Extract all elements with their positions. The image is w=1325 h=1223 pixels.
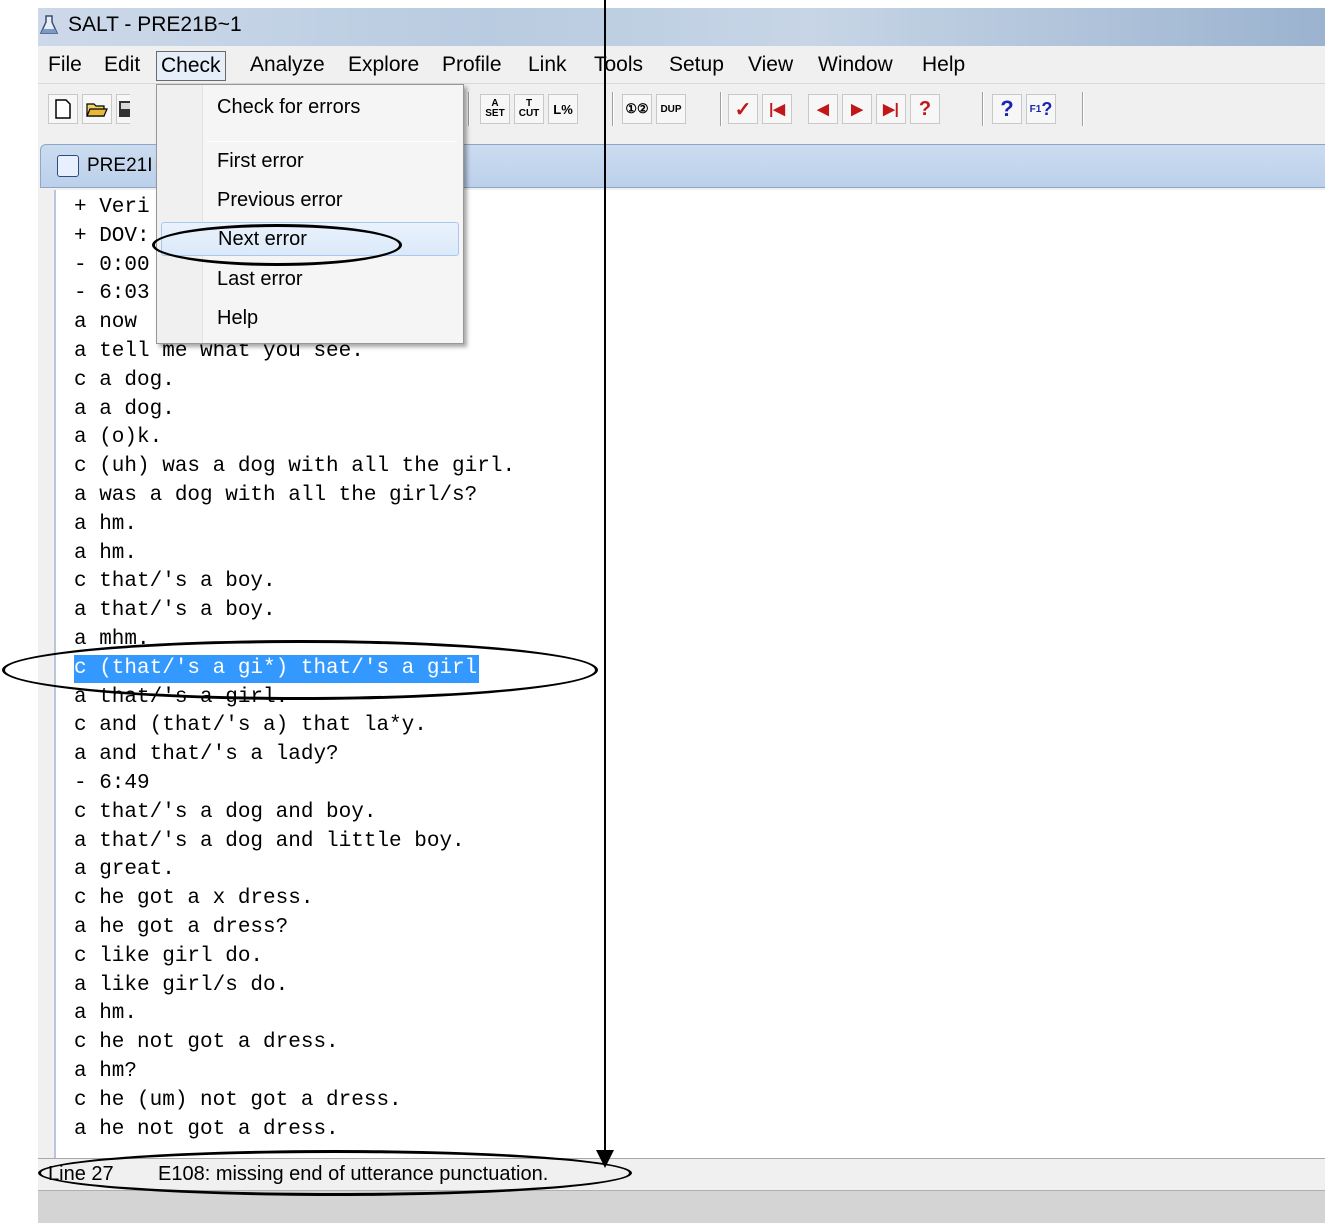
cut-icon[interactable]: T CUT xyxy=(514,94,544,124)
set-icon[interactable]: A SET xyxy=(480,94,510,124)
transcript-line[interactable]: a hm. xyxy=(74,540,137,568)
transcript-line[interactable]: a hm? xyxy=(74,1058,137,1086)
transcript-line[interactable]: - 6:03 xyxy=(74,280,150,308)
menu-check[interactable]: Check xyxy=(156,51,226,81)
next-error-icon[interactable]: ▶ xyxy=(842,94,872,124)
menu-help[interactable]: Help xyxy=(918,51,969,81)
check-help-icon[interactable]: ? xyxy=(910,94,940,124)
save-icon[interactable] xyxy=(116,94,130,124)
check-icon[interactable]: ✓ xyxy=(728,94,758,124)
menu-edit[interactable]: Edit xyxy=(100,51,144,81)
transcript-line[interactable]: c he not got a dress. xyxy=(74,1029,339,1057)
toolbar-separator xyxy=(720,92,722,126)
transcript-line[interactable]: + Veri xyxy=(74,194,150,222)
window-title: SALT - PRE21B~1 xyxy=(68,13,242,36)
first-error-icon[interactable]: |◀ xyxy=(762,94,792,124)
transcript-line[interactable]: a great. xyxy=(74,856,175,884)
document-title: PRE21I xyxy=(87,155,153,176)
menu-setup[interactable]: Setup xyxy=(665,51,728,81)
menu-explore[interactable]: Explore xyxy=(344,51,423,81)
status-message-highlight-ellipse xyxy=(38,1150,632,1196)
transcript-line[interactable]: a a dog. xyxy=(74,396,175,424)
help-icon[interactable]: ? xyxy=(992,94,1022,124)
menu-last-error[interactable]: Last error xyxy=(161,263,459,297)
transcript-line[interactable]: c he got a x dress. xyxy=(74,885,313,913)
loop-icon[interactable]: L% xyxy=(548,94,578,124)
menu-file[interactable]: File xyxy=(44,51,86,81)
transcript-line[interactable]: a that/'s a dog and little boy. xyxy=(74,828,465,856)
transcript-line[interactable]: - 6:49 xyxy=(74,770,150,798)
title-bar: SALT - PRE21B~1 xyxy=(38,8,1325,46)
menu-check-for-errors[interactable]: Check for errors xyxy=(161,91,459,125)
menu-profile[interactable]: Profile xyxy=(438,51,506,81)
menu-separator xyxy=(207,141,457,142)
last-error-icon[interactable]: ▶| xyxy=(876,94,906,124)
menu-previous-error[interactable]: Previous error xyxy=(161,184,459,218)
transcript-line[interactable]: a hm. xyxy=(74,511,137,539)
menu-help-item[interactable]: Help xyxy=(161,302,459,336)
menu-analyze[interactable]: Analyze xyxy=(246,51,329,81)
next-error-highlight-ellipse xyxy=(152,224,402,266)
toolbar-separator xyxy=(982,92,984,126)
transcript-line[interactable]: a now xyxy=(74,309,137,337)
main-window-bottom xyxy=(38,1190,1325,1223)
transcript-line[interactable]: a hm. xyxy=(74,1000,137,1028)
transcript-line[interactable]: a like girl/s do. xyxy=(74,972,288,1000)
transcript-line[interactable]: c that/'s a dog and boy. xyxy=(74,799,376,827)
transcript-line[interactable]: c that/'s a boy. xyxy=(74,568,276,596)
transcript-line[interactable]: a (o)k. xyxy=(74,424,162,452)
salt-app-icon xyxy=(39,15,59,34)
transcript-line[interactable]: c (uh) was a dog with all the girl. xyxy=(74,453,515,481)
transcript-line[interactable]: a and that/'s a lady? xyxy=(74,741,339,769)
context-help-icon[interactable]: F1? xyxy=(1026,94,1056,124)
menu-first-error[interactable]: First error xyxy=(161,145,459,179)
menu-window[interactable]: Window xyxy=(814,51,897,81)
previous-error-icon[interactable]: ◀ xyxy=(808,94,838,124)
transcript-line[interactable]: a he got a dress? xyxy=(74,914,288,942)
transcript-line[interactable]: a that/'s a boy. xyxy=(74,597,276,625)
document-icon xyxy=(57,155,79,177)
transcript-line[interactable]: a was a dog with all the girl/s? xyxy=(74,482,477,510)
menu-view[interactable]: View xyxy=(744,51,797,81)
transcript-line[interactable]: c like girl do. xyxy=(74,943,263,971)
transcript-line[interactable]: a he not got a dress. xyxy=(74,1116,339,1144)
menu-bar: File Edit Check Analyze Explore Profile … xyxy=(38,46,1325,84)
menu-tools[interactable]: Tools xyxy=(590,51,647,81)
check-menu-dropdown: Check for errors First error Previous er… xyxy=(156,84,464,344)
duplicate-icon[interactable]: DUP xyxy=(656,94,686,124)
transcript-line[interactable]: - 0:00 xyxy=(74,252,150,280)
annotation-arrow-line xyxy=(604,0,606,1152)
menu-link[interactable]: Link xyxy=(524,51,571,81)
error-line-highlight-ellipse xyxy=(2,640,598,700)
transcript-line[interactable]: c he (um) not got a dress. xyxy=(74,1087,402,1115)
transcript-line[interactable]: c and (that/'s a) that la*y. xyxy=(74,712,427,740)
compare-icon[interactable]: ①② xyxy=(622,94,652,124)
new-file-icon[interactable] xyxy=(48,94,78,124)
toolbar-separator xyxy=(612,92,614,126)
transcript-line[interactable]: + DOV: xyxy=(74,223,150,251)
annotation-arrow-head xyxy=(596,1150,614,1168)
transcript-line[interactable]: c a dog. xyxy=(74,367,175,395)
open-folder-icon[interactable] xyxy=(82,94,112,124)
toolbar-separator xyxy=(1082,92,1084,126)
toolbar-separator xyxy=(468,92,470,126)
